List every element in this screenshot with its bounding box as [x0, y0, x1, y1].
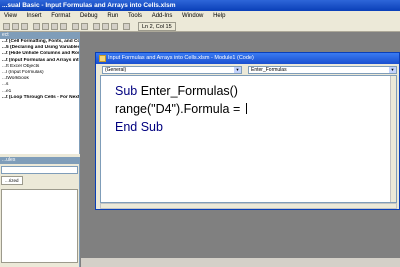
run-icon[interactable] — [93, 23, 100, 30]
chevron-down-icon[interactable]: ▼ — [234, 67, 241, 73]
formula-statement: range("D4").Formula = — [115, 102, 244, 116]
cut-icon[interactable] — [33, 23, 40, 30]
menu-tools[interactable]: Tools — [128, 11, 142, 21]
project-tree: ...t (Cell Formatting, Fonts, and Colors… — [0, 39, 79, 101]
insert-module-icon[interactable] — [12, 23, 19, 30]
menu-bar: View Insert Format Debug Run Tools Add-I… — [0, 11, 400, 21]
save-icon[interactable] — [21, 23, 28, 30]
text-caret — [245, 103, 247, 114]
code-window-title-bar[interactable]: Input Formulas and Arrays into Cells.xls… — [96, 53, 399, 64]
sub-name: Enter_Formulas() — [137, 84, 238, 98]
procedure-combo-value: Enter_Formulas — [251, 67, 287, 73]
code-line-3: End Sub — [115, 120, 163, 134]
procedure-combo[interactable]: Enter_Formulas ▼ — [248, 66, 397, 74]
copy-icon[interactable] — [42, 23, 49, 30]
menu-help[interactable]: Help — [213, 11, 225, 21]
redo-icon[interactable] — [81, 23, 88, 30]
excel-icon[interactable] — [3, 23, 10, 30]
module-icon — [99, 55, 106, 62]
code-editor[interactable]: Sub Enter_Formulas() range("D4").Formula… — [100, 75, 397, 203]
properties-tabs: ...rized — [1, 176, 78, 185]
break-icon[interactable] — [102, 23, 109, 30]
design-mode-icon[interactable] — [123, 23, 130, 30]
menu-window[interactable]: Window — [182, 11, 203, 21]
code-line-2: range("D4").Formula = — [115, 102, 247, 116]
vertical-scrollbar[interactable] — [390, 76, 396, 202]
menu-format[interactable]: Format — [51, 11, 70, 21]
properties-window: ...ules ...rized — [0, 157, 80, 267]
menu-view[interactable]: View — [4, 11, 17, 21]
code-window-combos: (General) ▼ Enter_Formulas ▼ — [96, 64, 399, 75]
object-combo[interactable]: (General) ▼ — [102, 66, 242, 74]
code-line-1: Sub Enter_Formulas() — [115, 84, 238, 98]
project-tree-item[interactable]: ...t (Input Formulas and Arrays into C — [0, 58, 79, 64]
project-tree-item[interactable]: ...t (Hide Unhide Columns and Rows.xl — [0, 51, 79, 57]
code-window: Input Formulas and Arrays into Cells.xls… — [95, 52, 400, 210]
tab-categorized[interactable]: ...rized — [1, 176, 23, 185]
standard-toolbar: Ln 2, Col 15 — [0, 21, 400, 32]
menu-add-ins[interactable]: Add-Ins — [152, 11, 173, 21]
bottom-strip — [81, 258, 400, 267]
menu-insert[interactable]: Insert — [27, 11, 42, 21]
properties-object-dropdown[interactable] — [1, 166, 78, 174]
chevron-down-icon[interactable]: ▼ — [389, 67, 396, 73]
menu-debug[interactable]: Debug — [80, 11, 98, 21]
properties-header: ...ules — [0, 157, 79, 164]
code-window-title: Input Formulas and Arrays into Cells.xls… — [108, 55, 254, 61]
sub-keyword: Sub — [115, 84, 138, 98]
project-tree-item[interactable]: ...t (Loop Through Cells - For Next Lo — [0, 95, 79, 101]
undo-icon[interactable] — [72, 23, 79, 30]
menu-run[interactable]: Run — [107, 11, 118, 21]
find-icon[interactable] — [60, 23, 67, 30]
cursor-position: Ln 2, Col 15 — [138, 22, 176, 31]
object-combo-value: (General) — [105, 67, 127, 73]
app-title-bar: ...sual Basic - Input Formulas and Array… — [0, 0, 400, 11]
app-title: ...sual Basic - Input Formulas and Array… — [2, 2, 176, 9]
horizontal-scrollbar[interactable] — [100, 203, 397, 209]
properties-grid[interactable] — [1, 189, 78, 263]
project-explorer-header: ect — [0, 32, 79, 39]
project-explorer: ect ...t (Cell Formatting, Fonts, and Co… — [0, 32, 80, 154]
paste-icon[interactable] — [51, 23, 58, 30]
reset-icon[interactable] — [111, 23, 118, 30]
